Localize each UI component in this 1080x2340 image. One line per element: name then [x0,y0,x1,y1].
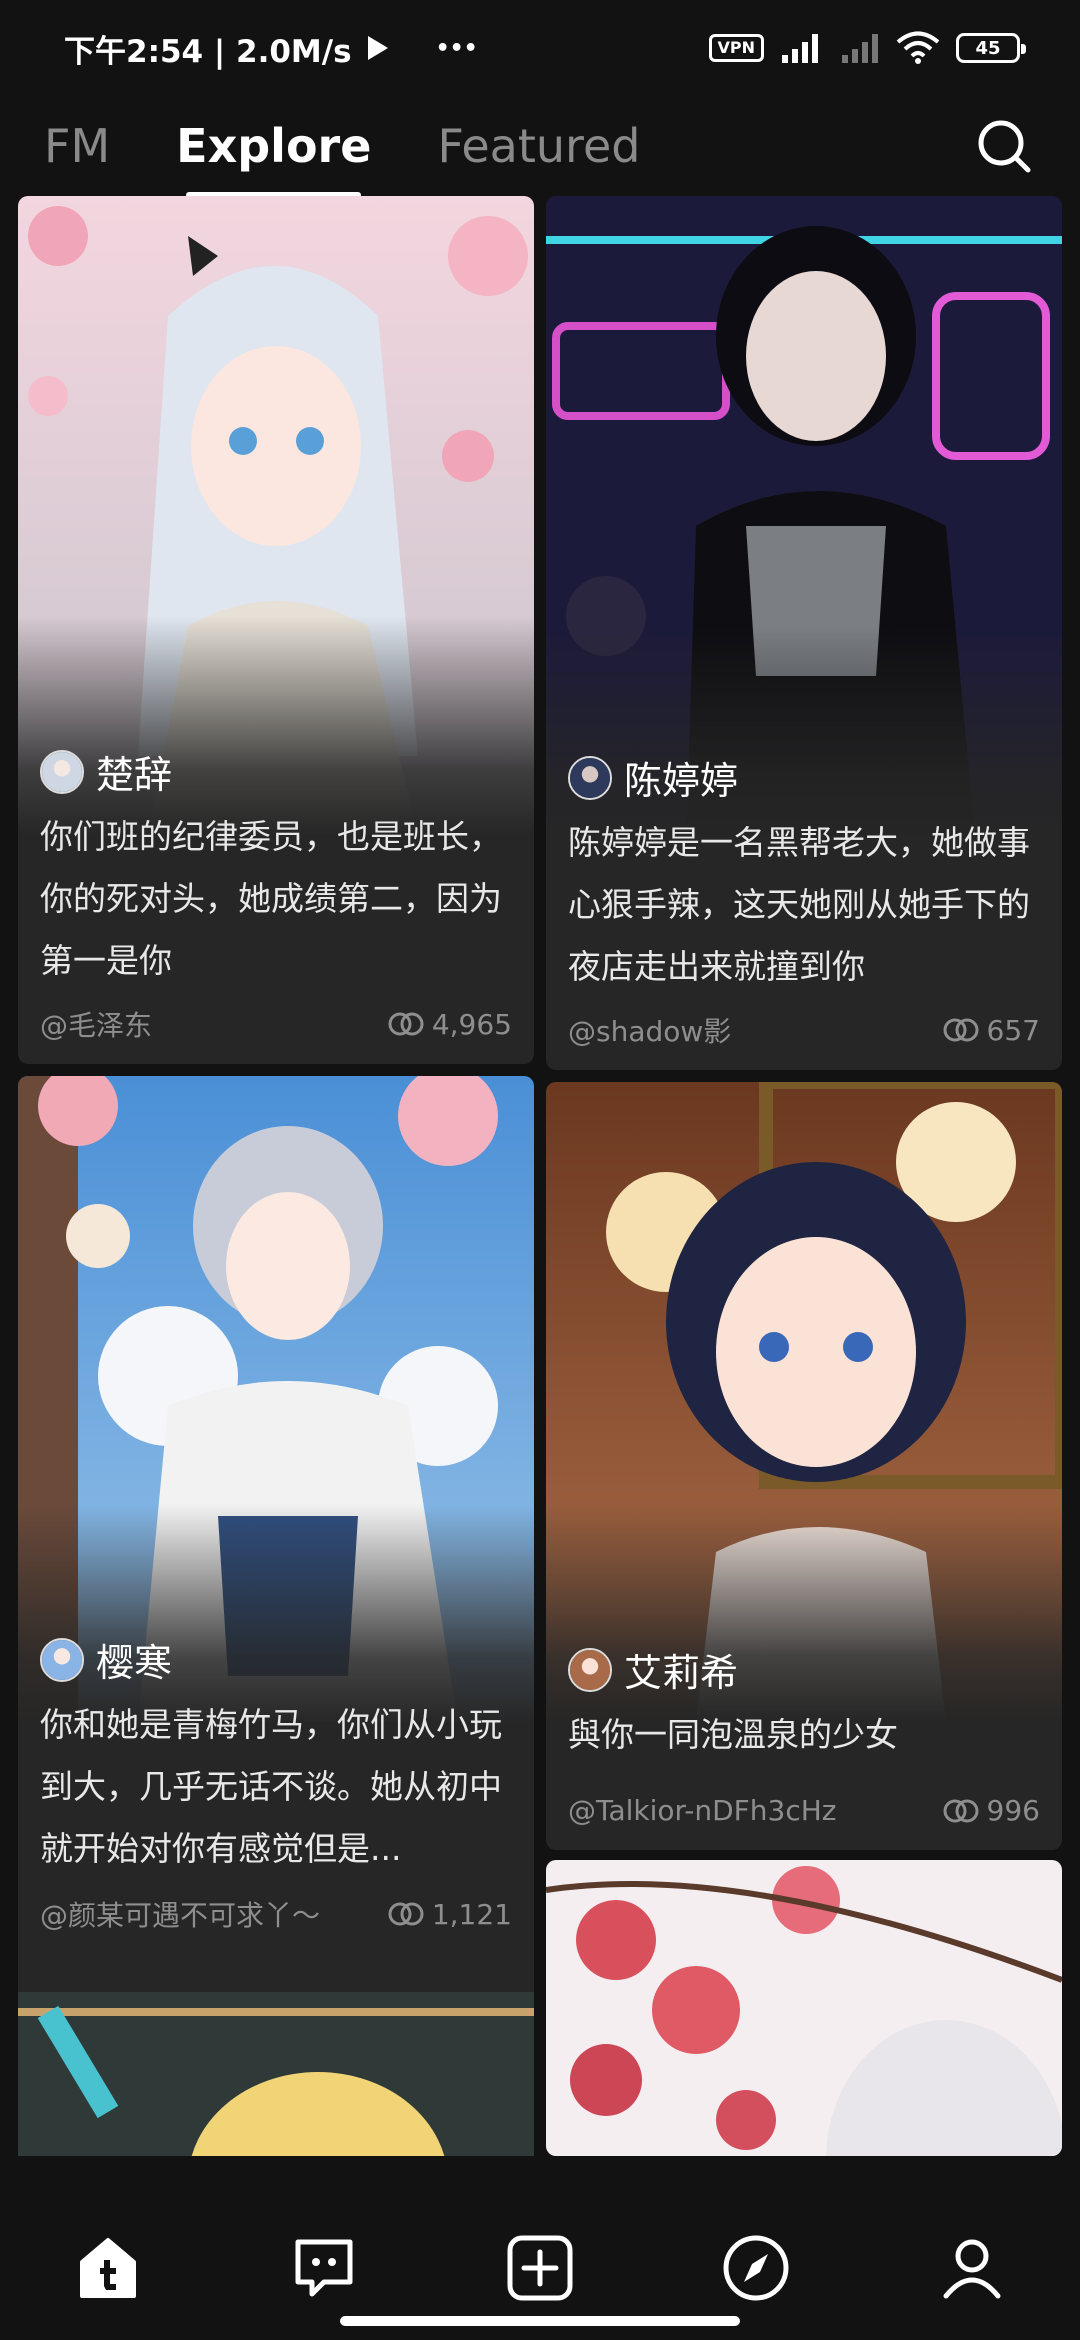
discover-icon [723,2235,789,2301]
character-image [18,196,534,836]
signal-weak-icon [842,34,878,63]
character-description: 你和她是青梅竹马，你们从小玩到大，几乎无话不谈。她从初中就开始对你有感觉但是..… [40,1705,502,1868]
chat-count: 657 [986,1013,1040,1047]
avatar [40,1637,84,1682]
tab-featured[interactable]: Featured [437,106,640,186]
card-footer: @shadow影 657 [568,1010,1040,1050]
search-button[interactable] [972,114,1036,178]
creator-handle: @shadow影 [568,1015,732,1048]
bottom-nav-bar [0,2156,1080,2340]
character-card[interactable]: 楚辞 你们班的纪律委员，也是班长，你的死对头，她成绩第二，因为第一是你 @毛泽东… [18,196,534,1064]
character-name: 陈婷婷 [624,759,739,803]
character-description: 你们班的纪律委员，也是班长，你的死对头，她成绩第二，因为第一是你 [40,817,502,980]
create-icon [507,2235,573,2301]
character-description: 與你一同泡溫泉的少女 [568,1715,898,1754]
nav-chat-button[interactable] [284,2228,364,2308]
character-name: 樱寒 [96,1641,173,1685]
chat-count-icon [943,1018,979,1042]
character-image [546,1082,1062,1722]
wifi-icon [896,31,940,64]
top-tab-bar: FM Explore Featured [0,96,1080,198]
character-image [546,196,1062,846]
vpn-badge: VPN [708,34,764,62]
nav-profile-button[interactable] [932,2228,1012,2308]
home-indicator[interactable] [340,2316,740,2326]
card-footer: @Talkior-nDFh3cHz 996 [568,1794,1040,1827]
search-icon [978,120,1031,173]
play-icon [367,36,388,60]
nav-create-button[interactable] [500,2228,580,2308]
card-footer: @毛泽东 4,965 [40,1004,512,1044]
status-bar: 下午2:54 | 2.0M/s ••• VPN 45 [0,0,1080,96]
tab-fm[interactable]: FM [44,106,110,186]
character-feed[interactable]: 楚辞 你们班的纪律委员，也是班长，你的死对头，她成绩第二，因为第一是你 @毛泽东… [0,196,1080,2156]
card-author: 陈婷婷 [568,750,738,805]
avatar [568,755,612,800]
nav-discover-button[interactable] [716,2228,796,2308]
status-time-speed: 下午2:54 | 2.0M/s [64,33,352,70]
chat-count: 1,121 [431,1897,512,1931]
signal-icon [782,34,818,63]
character-card[interactable]: 樱寒 你和她是青梅竹马，你们从小玩到大，几乎无话不谈。她从初中就开始对你有感觉但… [18,1076,534,2156]
creator-handle: @Talkior-nDFh3cHz [568,1794,837,1827]
tab-explore[interactable]: Explore [176,106,371,198]
avatar [40,749,84,794]
chat-count-icon [943,1799,979,1822]
avatar [568,1647,612,1692]
character-name: 楚辞 [96,753,173,797]
nav-home-button[interactable] [68,2228,148,2308]
chat-count: 996 [986,1794,1040,1827]
character-image [546,1860,1062,2156]
card-footer: @颜某可遇不可求丫～ 1,121 [40,1894,512,1934]
chat-icon [295,2239,353,2297]
chat-count-icon [388,1012,424,1036]
home-icon [80,2238,136,2298]
app-screen: 下午2:54 | 2.0M/s ••• VPN 45 FM Explore Fe… [0,0,1080,2340]
character-card[interactable] [546,1860,1062,2156]
character-description: 陈婷婷是一名黑帮老大，她做事心狠手辣，这天她刚从她手下的夜店走出来就撞到你 [568,823,1030,986]
card-author: 楚辞 [40,744,172,799]
character-card[interactable]: 陈婷婷 陈婷婷是一名黑帮老大，她做事心狠手辣，这天她刚从她手下的夜店走出来就撞到… [546,196,1062,1070]
card-author: 艾莉希 [568,1642,738,1697]
more-dots: ••• [435,35,478,61]
character-name: 艾莉希 [624,1651,739,1695]
profile-icon [943,2239,1001,2299]
creator-handle: @颜某可遇不可求丫～ [40,1899,321,1932]
character-card[interactable]: 艾莉希 與你一同泡溫泉的少女 @Talkior-nDFh3cHz 996 [546,1082,1062,1850]
card-author: 樱寒 [40,1632,172,1687]
chat-count: 4,965 [431,1007,512,1041]
creator-handle: @毛泽东 [40,1009,153,1042]
battery-icon: 45 [956,33,1026,63]
chat-count-icon [388,1902,424,1926]
next-card-image[interactable] [18,1992,534,2156]
character-image [18,1076,534,1724]
